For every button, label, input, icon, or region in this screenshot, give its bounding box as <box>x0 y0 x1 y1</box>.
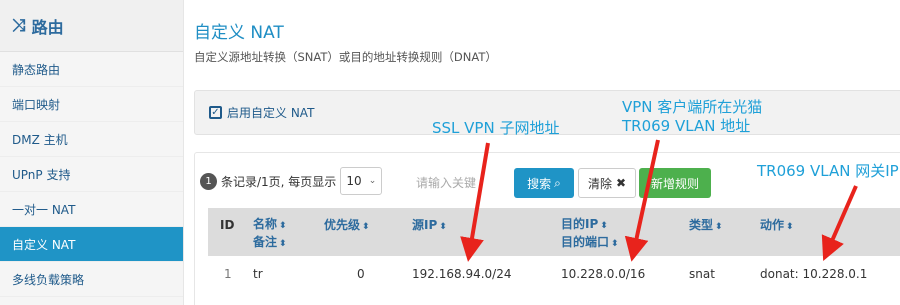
sidebar-item-upnp[interactable]: UPnP 支持 <box>0 157 183 192</box>
pagination-info: 1 条记录/1页, 每页显示 10 ⌄ <box>200 166 383 196</box>
sidebar-item-dmz[interactable]: DMZ 主机 <box>0 122 183 157</box>
th-dst-ip[interactable]: 目的IP ⬍ <box>561 216 608 234</box>
page-count-badge: 1 <box>200 172 217 190</box>
th-priority[interactable]: 优先级 ⬍ <box>324 217 370 235</box>
enable-label[interactable]: 启用自定义 NAT <box>227 104 314 121</box>
annotation-vpn-client-line2: TR069 VLAN 地址 <box>622 117 751 135</box>
th-dst-port-label: 目的端口 <box>561 235 610 249</box>
sort-icon: ⬍ <box>279 239 287 249</box>
th-priority-label: 优先级 <box>324 218 361 232</box>
search-input[interactable]: 请输入关键 <box>406 168 510 196</box>
search-label: 搜索 <box>527 176 552 191</box>
sidebar: ⤨ 路由 静态路由 端口映射 DMZ 主机 UPnP 支持 一对一 NAT 自定… <box>0 0 184 305</box>
page-size-value: 10 <box>346 174 362 188</box>
page-description: 自定义源地址转换（SNAT）或目的地址转换规则（DNAT） <box>194 50 497 64</box>
clear-button[interactable]: 清除 ✖ <box>578 168 636 198</box>
th-name-label: 名称 <box>253 217 278 231</box>
search-button[interactable]: 搜索 ⌕ <box>514 168 574 198</box>
cell-dst-ip: 10.228.0.0/16 <box>561 267 646 281</box>
chevron-down-icon: ⌄ <box>368 176 377 186</box>
th-dst-ip-label: 目的IP <box>561 217 599 231</box>
th-remark[interactable]: 备注 ⬍ <box>253 234 287 252</box>
sidebar-item-load-balance[interactable]: 多线负载策略 <box>0 262 183 297</box>
main-content: 自定义 NAT 自定义源地址转换（SNAT）或目的地址转换规则（DNAT） ✓ … <box>184 0 900 305</box>
search-icon: ⌕ <box>554 175 561 190</box>
sidebar-item-custom-nat[interactable]: 自定义 NAT <box>0 227 183 262</box>
annotation-vpn-client-line1: VPN 客户端所在光猫 <box>622 98 763 116</box>
th-name[interactable]: 名称 ⬍ <box>253 216 287 234</box>
shuffle-icon: ⤨ <box>12 15 26 36</box>
page-title: 自定义 NAT <box>194 23 284 43</box>
add-rule-button[interactable]: 新增规则 <box>639 168 711 198</box>
cell-id: 1 <box>224 267 232 281</box>
cell-name: tr <box>253 267 263 281</box>
th-remark-label: 备注 <box>253 235 278 249</box>
sort-icon: ⬍ <box>611 239 619 249</box>
sidebar-item-static-route[interactable]: 静态路由 <box>0 52 183 87</box>
sidebar-header: ⤨ 路由 <box>0 0 183 52</box>
th-id: ID <box>220 218 235 232</box>
sort-icon: ⬍ <box>786 222 794 232</box>
cell-src-ip: 192.168.94.0/24 <box>412 267 512 281</box>
page-size-select[interactable]: 10 ⌄ <box>340 167 383 195</box>
sidebar-item-one-to-one-nat[interactable]: 一对一 NAT <box>0 192 183 227</box>
annotation-ssl-vpn: SSL VPN 子网地址 <box>432 119 560 137</box>
sidebar-item-port-mapping[interactable]: 端口映射 <box>0 87 183 122</box>
th-type[interactable]: 类型 ⬍ <box>689 217 723 235</box>
sort-icon: ⬍ <box>439 222 447 232</box>
enable-checkbox[interactable]: ✓ <box>209 106 222 119</box>
sort-icon: ⬍ <box>279 221 287 231</box>
sort-icon: ⬍ <box>715 222 723 232</box>
records-text: 条记录/1页, 每页显示 <box>221 174 337 189</box>
cell-action: donat: 10.228.0.1 <box>760 267 868 281</box>
th-src-ip-label: 源IP <box>412 218 438 232</box>
table-header <box>208 208 900 256</box>
th-action-label: 动作 <box>760 218 785 232</box>
close-icon: ✖ <box>615 176 627 190</box>
th-action[interactable]: 动作 ⬍ <box>760 217 794 235</box>
sort-icon: ⬍ <box>362 222 370 232</box>
clear-label: 清除 <box>587 176 612 191</box>
cell-priority: 0 <box>357 267 365 281</box>
th-src-ip[interactable]: 源IP ⬍ <box>412 217 447 235</box>
sort-icon: ⬍ <box>600 221 608 231</box>
annotation-tr069-gateway: TR069 VLAN 网关IP <box>757 162 899 180</box>
th-dst-port[interactable]: 目的端口 ⬍ <box>561 234 619 252</box>
cell-type: snat <box>689 267 715 281</box>
th-type-label: 类型 <box>689 218 714 232</box>
sidebar-title: 路由 <box>31 17 64 37</box>
